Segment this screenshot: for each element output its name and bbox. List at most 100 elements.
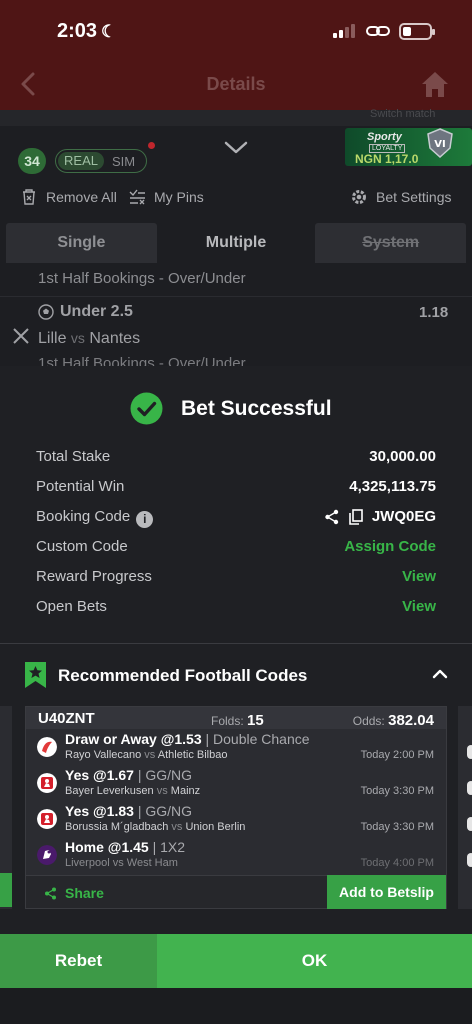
remove-all-button[interactable]: Remove All [20, 188, 117, 206]
home-indicator-area [0, 988, 472, 1024]
tab-system[interactable]: System [315, 223, 467, 263]
selection-time: Today 2:00 PM [360, 749, 434, 761]
selection-pick: Yes @1.67 | GG/NG [65, 767, 193, 783]
tab-single[interactable]: Single [6, 223, 157, 263]
football-icon [38, 304, 54, 320]
selection-teams: Bayer Leverkusen vs Mainz [65, 785, 201, 797]
next-card-logo-peek [467, 745, 472, 759]
info-icon[interactable]: i [136, 511, 154, 528]
bet-type-tabs: Single Multiple System [6, 223, 467, 263]
booking-code-label: Booking Code [36, 508, 131, 525]
copy-icon[interactable] [348, 508, 364, 525]
selection-teams: Borussia M´gladbach vs Union Berlin [65, 821, 246, 833]
gear-icon [352, 190, 366, 204]
notification-dot [148, 142, 155, 149]
bet-odds: 1.18 [419, 304, 449, 321]
check-circle-icon [130, 392, 163, 425]
code-card-header: U40ZNT Folds: 15 Odds: 382.04 [26, 707, 446, 729]
total-stake-value: 30,000.00 [369, 448, 436, 465]
add-to-betslip-button[interactable]: Add to Betslip [327, 875, 446, 909]
bet-summary-list: Total Stake 30,000.00 Potential Win 4,32… [36, 448, 436, 628]
selection-pick: Draw or Away @1.53 | Double Chance [65, 731, 310, 747]
recommended-title: Recommended Football Codes [58, 666, 308, 685]
bet-market-label-2: 1st Half Bookings - Over/Under [38, 355, 246, 366]
bookmark-star-icon [25, 662, 46, 688]
mode-real[interactable]: REAL [58, 152, 104, 170]
my-pins-label: My Pins [154, 189, 204, 205]
selection-row: Draw or Away @1.53 | Double Chance Rayo … [26, 729, 446, 765]
potential-win-value: 4,325,113.75 [349, 478, 436, 495]
next-card-logo-peek [467, 781, 472, 795]
home-icon[interactable] [420, 70, 450, 98]
potential-win-label: Potential Win [36, 478, 125, 495]
code-card[interactable]: U40ZNT Folds: 15 Odds: 382.04 Draw or Aw… [25, 706, 447, 909]
bundesliga-logo-icon [37, 773, 57, 793]
bet-settings-label: Bet Settings [376, 189, 452, 205]
signal-icon [333, 24, 355, 38]
custom-code-label: Custom Code [36, 538, 128, 555]
reward-progress-row: Reward Progress View [36, 568, 436, 598]
mode-sim[interactable]: SIM [112, 154, 135, 169]
custom-code-row: Custom Code Assign Code [36, 538, 436, 568]
chevron-down-icon[interactable] [223, 139, 249, 157]
selection-row: Yes @1.83 | GG/NG Borussia M´gladbach vs… [26, 801, 446, 837]
laliga-logo-icon [37, 737, 57, 757]
link-icon [366, 26, 390, 36]
loyalty-brand: Sporty [367, 131, 402, 143]
ok-button[interactable]: OK [157, 934, 472, 988]
selection-teams: Liverpool vs West Ham [65, 857, 178, 869]
bet-count-badge: 34 [18, 148, 46, 174]
nav-bar: Details [0, 60, 472, 110]
success-title: Bet Successful [181, 397, 332, 420]
selection-time: Today 3:30 PM [360, 785, 434, 797]
total-stake-label: Total Stake [36, 448, 111, 465]
booking-code-value: JWQ0EG [371, 508, 436, 525]
real-sim-toggle[interactable]: REAL SIM [55, 149, 147, 173]
selection-teams: Rayo Vallecano vs Athletic Bilbao [65, 749, 228, 761]
premier-league-logo-icon [37, 845, 57, 865]
reward-progress-view-link[interactable]: View [402, 568, 436, 585]
tab-multiple[interactable]: Multiple [160, 223, 312, 263]
share-icon[interactable] [324, 509, 340, 525]
next-card-peek[interactable] [458, 706, 472, 909]
battery-icon [399, 23, 435, 40]
code-card-folds: Folds: 15 [211, 712, 264, 729]
chevron-up-icon[interactable] [432, 668, 448, 680]
loyalty-banner[interactable]: Sporty LOYALTY VI NGN 1,17.0 [345, 128, 472, 166]
loyalty-ticker: NGN 1,17.0 [355, 152, 419, 166]
rebet-button[interactable]: Rebet [0, 934, 157, 988]
selection-time: Today 3:30 PM [360, 821, 434, 833]
selection-row: Home @1.45 | 1X2 Liverpool vs West Ham T… [26, 837, 446, 873]
bet-settings-button[interactable]: Bet Settings [350, 188, 452, 206]
code-card-odds: Odds: 382.04 [352, 712, 434, 729]
bet-success-panel: Bet Successful Total Stake 30,000.00 Pot… [0, 366, 472, 643]
selection-pick: Home @1.45 | 1X2 [65, 839, 186, 855]
code-card-code: U40ZNT [38, 710, 95, 727]
pin-list-icon [129, 189, 145, 205]
status-time: 2:03 ☾ [57, 20, 117, 42]
next-card-logo-peek [467, 853, 472, 867]
switch-hint: Switch match [370, 108, 436, 120]
share-icon [45, 887, 56, 899]
bottom-actions: Rebet OK [0, 934, 472, 988]
code-card-footer: Share Add to Betslip [26, 875, 446, 909]
divider [0, 296, 472, 297]
bundesliga-logo-icon [37, 809, 57, 829]
selection-pick: Yes @1.83 | GG/NG [65, 803, 193, 819]
bet-teams: Lille vs Nantes [38, 330, 141, 347]
booking-code-group: JWQ0EG [324, 508, 436, 525]
share-button[interactable]: Share [44, 885, 104, 901]
prev-card-button-peek[interactable] [0, 873, 12, 907]
my-pins-button[interactable]: My Pins [128, 188, 204, 206]
close-icon[interactable] [12, 327, 30, 345]
share-label: Share [65, 885, 104, 901]
recommended-section: Recommended Football Codes U40ZNT Folds:… [0, 644, 472, 934]
assign-code-link[interactable]: Assign Code [344, 538, 436, 555]
potential-win-row: Potential Win 4,325,113.75 [36, 478, 436, 508]
reward-progress-label: Reward Progress [36, 568, 152, 585]
open-bets-view-link[interactable]: View [402, 598, 436, 615]
booking-code-label-wrap: Booking Code i [36, 508, 154, 528]
betslip-toolbar: Remove All My Pins Bet Settings [0, 188, 472, 212]
trash-icon [23, 189, 35, 205]
moon-icon: ☾ [101, 22, 117, 41]
